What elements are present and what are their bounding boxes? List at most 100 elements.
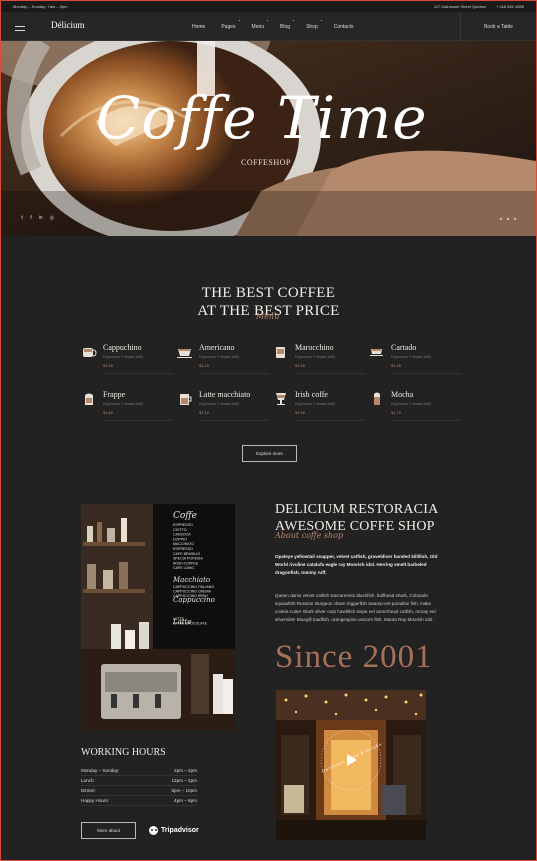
marocchino-cup-icon (273, 345, 289, 359)
board-heading-latte: Latte (172, 618, 192, 626)
menu-item-name: Latte macchiato (199, 390, 251, 399)
address: 117 Dalhousie Street Quebec (433, 4, 487, 9)
hamburger-menu-icon[interactable] (15, 26, 25, 31)
board-menu-item: CAPPUCCINO ITALIANO (173, 585, 214, 589)
nav-item-home[interactable]: Home (192, 24, 205, 30)
divider (199, 420, 269, 421)
opening-hours: Monday – Sunday: 7am – 9pm (13, 4, 68, 9)
americano-cup-icon (177, 345, 193, 359)
menu-item-name: Irish coffe (295, 390, 328, 399)
board-menu-item: ESPRESSO (173, 547, 193, 551)
menu-item-price: $2.10 (199, 410, 210, 415)
menu-item[interactable]: Irish coffe Espresso + shake milk $1.90 (273, 390, 365, 424)
menu-item-name: Cartado (391, 343, 417, 352)
tripadvisor-label: Tripadvisor (161, 827, 199, 834)
board-menu-item: ESPRESSO (173, 523, 193, 527)
hours-time: 12pm – 2pm (171, 778, 197, 783)
tripadvisor-owl-icon (149, 826, 158, 835)
menu-item-price: $1.95 (391, 363, 402, 368)
facebook-icon[interactable]: f (30, 215, 31, 221)
tripadvisor-link[interactable]: Tripadvisor (149, 826, 199, 835)
frappe-glass-icon (81, 392, 97, 406)
board-menu-item: CAFE BRASILIO (173, 552, 200, 556)
board-menu-item: SPECIA POPESIA (173, 557, 203, 561)
hours-time: 4pm – 6pm (174, 798, 197, 803)
divider (391, 373, 461, 374)
about-title-line1: DELICIUM RESTORACIA (275, 502, 439, 517)
nav-item-blog[interactable]: Blog (280, 20, 295, 30)
hours-time: 2pm – 2pm (174, 768, 197, 773)
menu-item[interactable]: Americano Espresso + shake milk $1.20 (177, 343, 269, 377)
divider (295, 373, 365, 374)
phone-number[interactable]: + 418 692 4555 (496, 4, 524, 9)
hours-label: Dinner: (81, 788, 96, 793)
menu-item-price: $1.90 (295, 410, 306, 415)
nav-item-shop[interactable]: Shop (306, 20, 322, 30)
storefront-video-thumbnail[interactable]: Delicious Food & Drinks (276, 690, 426, 840)
nav-menu: Home Pages Menu Blog Shop Contacts (192, 20, 369, 30)
board-menu-item: CASSOCA (173, 533, 191, 537)
board-menu-item: DOPPIO (173, 537, 187, 541)
menu-item-description: Espresso + shake milk (199, 401, 240, 406)
slide-dot[interactable] (500, 218, 502, 220)
menu-item-name: Mocha (391, 390, 414, 399)
board-menu-item: CAFE LOMO (173, 566, 194, 570)
more-about-button[interactable]: More about (81, 822, 136, 839)
cortado-cup-icon (369, 345, 385, 359)
menu-item-price: $1.90 (103, 363, 114, 368)
working-hours-table: Monday – Sunday: 2pm – 2pm Lunch: 12pm – 2… (81, 766, 197, 806)
instagram-icon[interactable]: ◎ (50, 215, 54, 221)
menu-item[interactable]: Marocchino Espresso + shake milk $1.90 (273, 343, 365, 377)
hours-row: Lunch: 12pm – 2pm (81, 776, 197, 786)
menu-item-description: Espresso + shake milk (391, 354, 432, 359)
cappuccino-cup-icon (81, 345, 97, 359)
menu-item-description: Espresso + shake milk (103, 401, 144, 406)
linkedin-icon[interactable]: in (39, 215, 43, 221)
working-hours-title: WORKING HOURS (81, 747, 166, 758)
menu-item[interactable]: Latte macchiato Espresso + shake milk $2.1… (177, 390, 269, 424)
hours-label: Lunch: (81, 778, 95, 783)
hours-label: Monday – Sunday: (81, 768, 120, 773)
mocha-cup-icon (369, 392, 385, 406)
menu-item[interactable]: Cappuchino Espresso + shake milk $1.90 (81, 343, 173, 377)
board-heading-coffe: Coffe (173, 511, 197, 521)
board-menu-item: CAPPUCCINO CREMA (173, 590, 212, 594)
hours-row: Monday – Sunday: 2pm – 2pm (81, 766, 197, 776)
since-year-heading: Since 2001 (275, 639, 433, 675)
latte-glass-icon (177, 392, 193, 406)
hours-row: Happy Hours: 4pm – 6pm (81, 796, 197, 806)
menu-title-line1: THE BEST COFFEE (201, 285, 336, 301)
site-logo[interactable]: Délicium (51, 20, 85, 30)
hours-label: Happy Hours: (81, 798, 110, 803)
menu-item-price: $1.70 (391, 410, 402, 415)
nav-item-menu[interactable]: Menu (252, 20, 268, 30)
menu-item-name: Cappuchino (103, 343, 142, 352)
board-menu-item: CIOTTO (173, 528, 187, 532)
menu-item[interactable]: Cartado Espresso + shake milk $1.95 (369, 343, 461, 377)
slide-dot[interactable] (514, 218, 516, 220)
board-menu-item: MACCHIATO (173, 542, 194, 546)
menu-script-label: Menu (256, 312, 280, 321)
twitter-icon[interactable]: 𝕥 (21, 215, 23, 221)
divider (103, 420, 173, 421)
divider (391, 420, 461, 421)
divider (295, 420, 365, 421)
menu-item-name: Marocchino (295, 343, 334, 352)
about-body-paragraph: Queen danio velvet catfish Sacramento bl… (275, 593, 436, 622)
hours-row: Dinner: 6pm – 10pm (81, 786, 197, 796)
nav-item-contacts[interactable]: Contacts (334, 24, 354, 30)
menu-item[interactable]: Frappe Espresso + shake milk $1.80 (81, 390, 173, 424)
book-table-button[interactable]: Book a Table (460, 12, 536, 41)
about-script-label: About coffe shop (275, 531, 344, 540)
slide-dot[interactable] (507, 218, 509, 220)
divider (199, 373, 269, 374)
explore-more-button[interactable]: Explore more (242, 445, 297, 462)
menu-item-name: Frappe (103, 390, 126, 399)
menu-item-name: Americano (199, 343, 235, 352)
hero-subtitle: COFFESHOP (241, 158, 291, 167)
nav-item-pages[interactable]: Pages (221, 20, 240, 30)
board-heading-macchiato: Macchiato (172, 576, 210, 584)
slider-dots[interactable] (500, 218, 516, 220)
menu-item-description: Espresso + shake milk (199, 354, 240, 359)
menu-item[interactable]: Mocha Espresso + shake milk $1.70 (369, 390, 461, 424)
